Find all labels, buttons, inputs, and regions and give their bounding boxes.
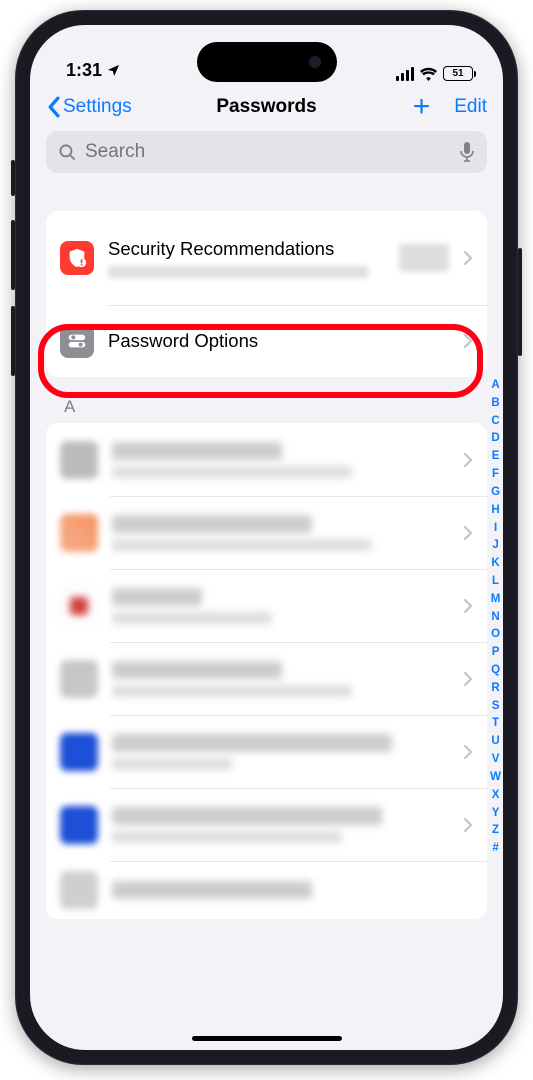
search-wrap [30,131,503,185]
index-letter[interactable]: W [490,769,501,787]
chevron-right-icon [463,452,473,468]
index-letter[interactable]: E [492,448,500,466]
home-indicator[interactable] [192,1036,342,1041]
index-strip[interactable]: ABCDEFGHIJKLMNOPQRSTUVWXYZ# [490,377,501,858]
mic-icon[interactable] [459,141,475,163]
index-letter[interactable]: J [492,537,498,555]
password-list [46,423,487,919]
index-letter[interactable]: K [491,555,499,573]
index-letter[interactable]: U [491,733,499,751]
cellular-icon [396,67,415,81]
search-input[interactable] [85,141,451,163]
list-item[interactable] [46,861,487,919]
index-letter[interactable]: T [492,715,499,733]
index-letter[interactable]: C [491,413,499,431]
chevron-right-icon [463,744,473,760]
index-letter[interactable]: Y [492,805,500,823]
security-recommendations-row[interactable]: Security Recommenda­tions [46,211,487,305]
chevron-right-icon [463,525,473,541]
redacted-subtitle [108,266,385,278]
chevron-right-icon [463,598,473,614]
list-item[interactable] [46,715,487,788]
back-label: Settings [63,96,132,118]
redacted-badge [399,244,449,272]
page-title: Passwords [216,96,316,118]
password-options-label: Password Options [108,330,449,353]
index-letter[interactable]: B [491,395,499,413]
wifi-icon [419,67,438,81]
index-letter[interactable]: I [494,520,497,538]
index-letter[interactable]: S [492,698,500,716]
chevron-left-icon [46,96,61,118]
phone-frame: 1:31 51 Settings Passwords + Edit [15,10,518,1065]
list-item[interactable] [46,423,487,496]
index-letter[interactable]: F [492,466,499,484]
chevron-right-icon [463,333,473,349]
status-time: 1:31 [66,60,102,81]
location-icon [106,63,121,78]
index-letter[interactable]: O [491,626,500,644]
chevron-right-icon [463,250,473,266]
index-letter[interactable]: H [491,502,499,520]
toggles-icon [60,324,94,358]
index-letter[interactable]: L [492,573,499,591]
index-letter[interactable]: D [491,430,499,448]
index-letter[interactable]: N [491,609,499,627]
side-button-power [518,248,522,356]
edit-button[interactable]: Edit [454,96,487,118]
dynamic-island [197,42,337,82]
index-letter[interactable]: X [492,787,500,805]
nav-bar: Settings Passwords + Edit [30,83,503,131]
index-letter[interactable]: P [492,644,500,662]
index-letter[interactable]: G [491,484,500,502]
index-letter[interactable]: A [491,377,499,395]
index-letter[interactable]: # [492,840,498,858]
password-options-row[interactable]: Password Options [46,305,487,377]
index-letter[interactable]: Q [491,662,500,680]
back-button[interactable]: Settings [46,96,132,118]
index-letter[interactable]: R [491,680,499,698]
shield-alert-icon [60,241,94,275]
chevron-right-icon [463,817,473,833]
top-group: Security Recommenda­tions [46,211,487,377]
list-item[interactable] [46,642,487,715]
search-icon [58,143,77,162]
search-field[interactable] [46,131,487,173]
index-letter[interactable]: M [491,591,501,609]
index-letter[interactable]: V [492,751,500,769]
side-button-silence [11,160,15,196]
screen: 1:31 51 Settings Passwords + Edit [30,25,503,1050]
side-button-vol-down [11,306,15,376]
section-header: A [64,397,487,417]
side-button-vol-up [11,220,15,290]
list-item[interactable] [46,788,487,861]
list-item[interactable] [46,569,487,642]
content: Security Recommenda­tions [30,211,503,919]
chevron-right-icon [463,671,473,687]
index-letter[interactable]: Z [492,822,499,840]
battery-icon: 51 [443,66,473,81]
security-recommendations-label: Security Recommenda­tions [108,238,368,261]
list-item[interactable] [46,496,487,569]
